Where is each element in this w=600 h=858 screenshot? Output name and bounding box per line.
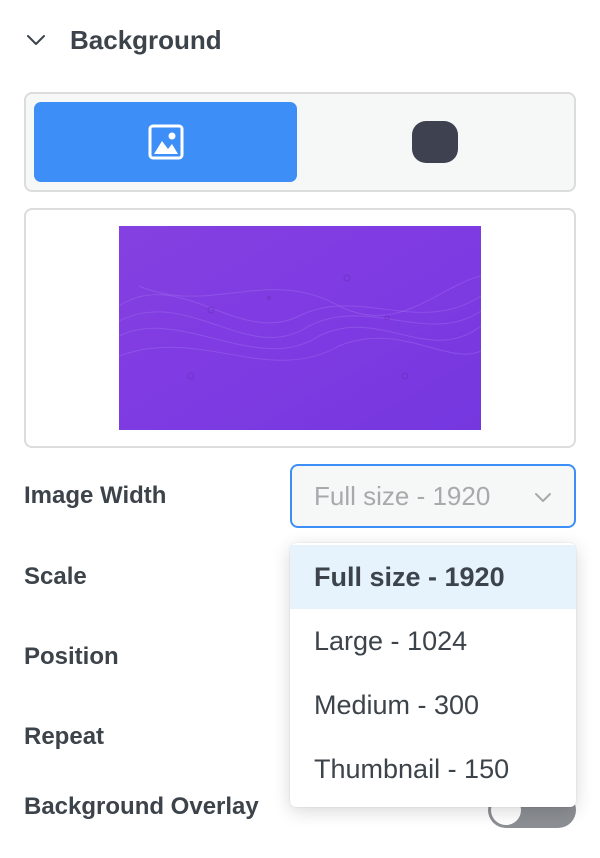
scale-label: Scale <box>24 563 87 590</box>
position-label: Position <box>24 643 119 670</box>
dropdown-option-large[interactable]: Large - 1024 <box>290 609 576 673</box>
background-type-toggle <box>24 92 576 192</box>
repeat-label: Repeat <box>24 723 105 750</box>
chevron-down-icon <box>27 35 45 45</box>
color-type-button[interactable] <box>303 102 566 182</box>
chevron-down-icon <box>535 493 551 502</box>
background-settings-panel: Background Image Width Full size - 1920 … <box>0 0 600 858</box>
image-width-dropdown: Full size - 1920 Large - 1024 Medium - 3… <box>290 543 576 807</box>
color-swatch-icon <box>411 121 458 163</box>
section-title: Background <box>70 24 222 55</box>
image-width-select[interactable]: Full size - 1920 <box>290 464 576 528</box>
image-icon <box>148 124 183 160</box>
image-type-button[interactable] <box>34 102 297 182</box>
background-image-thumbnail <box>119 226 481 430</box>
background-overlay-label: Background Overlay <box>24 793 259 820</box>
background-image-preview[interactable] <box>24 208 576 448</box>
image-width-select-value: Full size - 1920 <box>314 480 491 511</box>
image-width-label: Image Width <box>24 482 167 509</box>
dropdown-option-full-size[interactable]: Full size - 1920 <box>290 545 576 609</box>
dropdown-option-medium[interactable]: Medium - 300 <box>290 673 576 737</box>
dropdown-option-thumbnail[interactable]: Thumbnail - 150 <box>290 737 576 801</box>
background-section-toggle[interactable]: Background <box>24 22 222 58</box>
